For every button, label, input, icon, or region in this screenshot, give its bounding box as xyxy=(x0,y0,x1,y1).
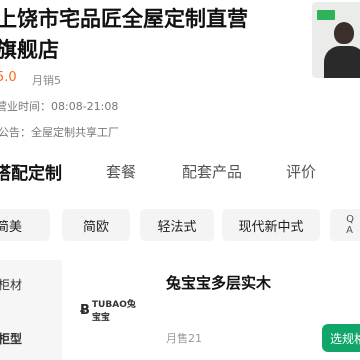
tab-custom[interactable]: 搭配定制 xyxy=(0,159,62,184)
store-title: 上饶市宅品匠全屋定制直营 旗舰店 xyxy=(0,4,296,66)
rabbit-icon: Ƀ xyxy=(80,302,90,318)
person-body-icon xyxy=(324,46,360,78)
tab-accessories[interactable]: 配套产品 xyxy=(182,161,242,182)
tab-reviews[interactable]: 评价 xyxy=(286,161,316,182)
brand-badge-icon xyxy=(317,10,335,20)
style-chip-american[interactable]: 简美 xyxy=(0,209,50,241)
store-hours: 营业时间：08:08-21:08 xyxy=(0,100,119,113)
store-title-line2: 旗舰店 xyxy=(0,38,59,62)
store-title-line1: 上饶市宅品匠全屋定制直营 xyxy=(0,7,248,31)
style-chip-more-label: Q A xyxy=(346,214,354,236)
rail-item-cabinet-type[interactable]: 柜型 xyxy=(0,330,22,347)
store-avatar[interactable] xyxy=(312,2,360,78)
style-chip-modern-chinese[interactable]: 现代新中式 xyxy=(222,209,320,241)
product-name[interactable]: 兔宝宝多层实木 xyxy=(166,272,271,293)
style-chip-more[interactable]: Q A xyxy=(330,209,360,241)
store-notice[interactable]: 公告：全屋定制共享工厂 xyxy=(0,124,119,140)
rail-item-cabinet-material[interactable]: 柜材 xyxy=(0,276,22,293)
tab-package[interactable]: 套餐 xyxy=(106,161,136,182)
store-rating: 5.0 xyxy=(0,70,17,85)
product-sales: 月售21 xyxy=(166,332,202,345)
product-brand-logo: Ƀ TUBAO兔宝宝 xyxy=(80,300,142,323)
choose-spec-button[interactable]: 选规格 xyxy=(322,324,360,352)
person-head-icon xyxy=(334,22,354,44)
product-brand-text: TUBAO兔宝宝 xyxy=(91,300,136,323)
style-chip-european[interactable]: 简欧 xyxy=(62,209,130,241)
store-monthly-sales: 月销5 xyxy=(32,74,61,87)
style-chip-light-french[interactable]: 轻法式 xyxy=(140,209,214,241)
